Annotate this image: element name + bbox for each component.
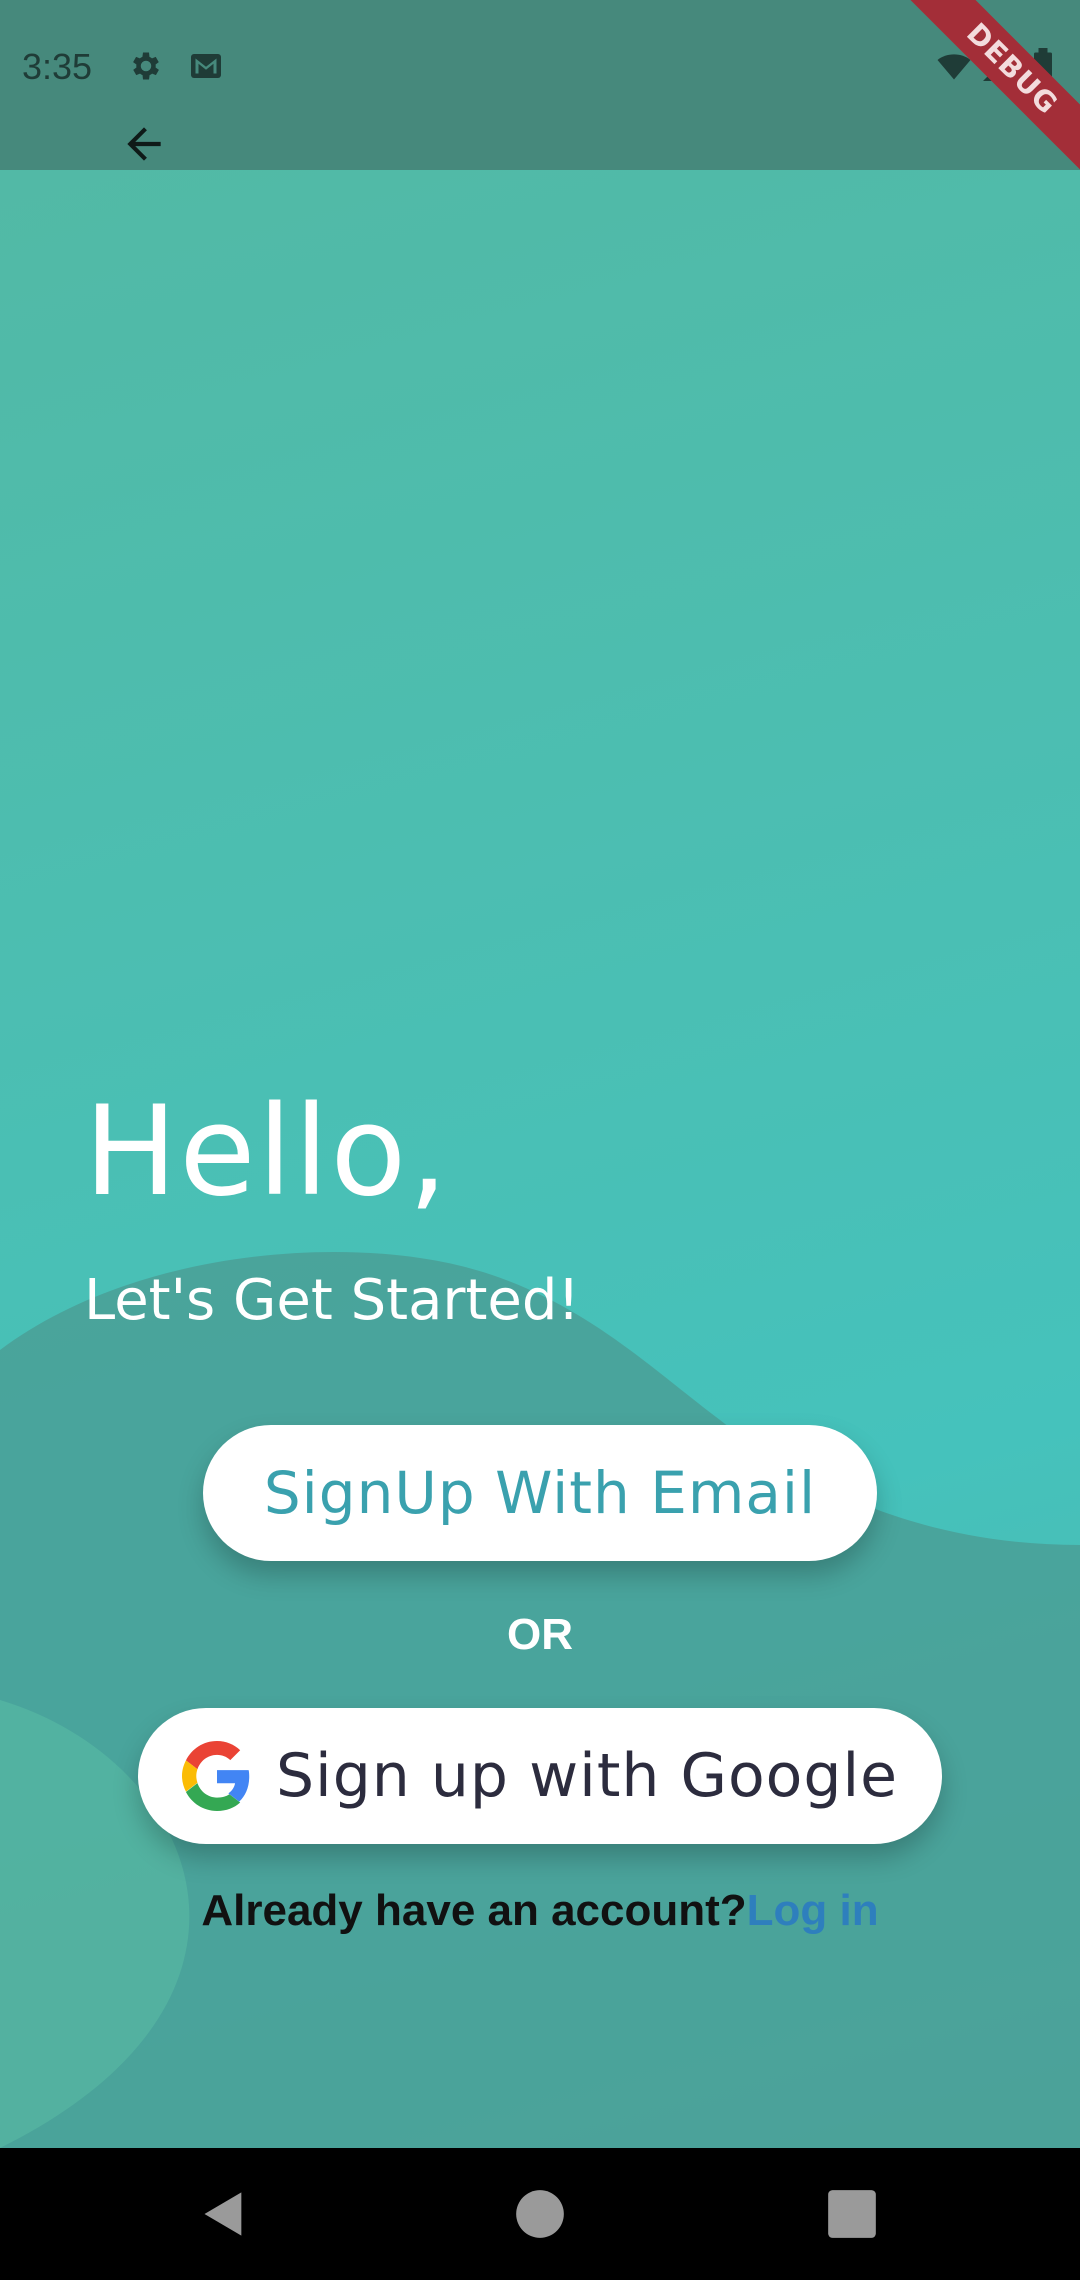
back-button[interactable] [112,112,176,176]
debug-banner: DEBUG [903,0,1080,178]
signup-email-button[interactable]: SignUp With Email [203,1425,877,1561]
login-link[interactable]: Log in [747,1886,879,1935]
or-divider: OR [507,1610,573,1659]
gmail-icon [191,54,221,78]
screen: 3:35 DEBUG Hello, Let's Get Started! Sig… [0,0,1080,2148]
home-circle-icon[interactable] [514,2188,566,2240]
google-logo-icon [181,1741,250,1811]
signup-google-button[interactable]: Sign up with Google [138,1708,942,1844]
greeting-heading: Hello, [84,1080,450,1224]
signup-email-label: SignUp With Email [263,1459,817,1527]
login-prompt: Already have an account?Log in [0,1886,1080,1936]
status-bar: 3:35 DEBUG [0,0,1080,178]
gear-icon [133,52,159,80]
back-triangle-icon[interactable] [198,2188,250,2240]
arrow-left-icon [127,127,161,161]
navigation-bar [0,2148,1080,2280]
signup-google-label: Sign up with Google [275,1741,899,1811]
recents-square-icon[interactable] [826,2188,878,2240]
status-time: 3:35 [22,46,93,87]
login-question: Already have an account? [201,1886,747,1935]
subtitle-text: Let's Get Started! [84,1268,580,1333]
